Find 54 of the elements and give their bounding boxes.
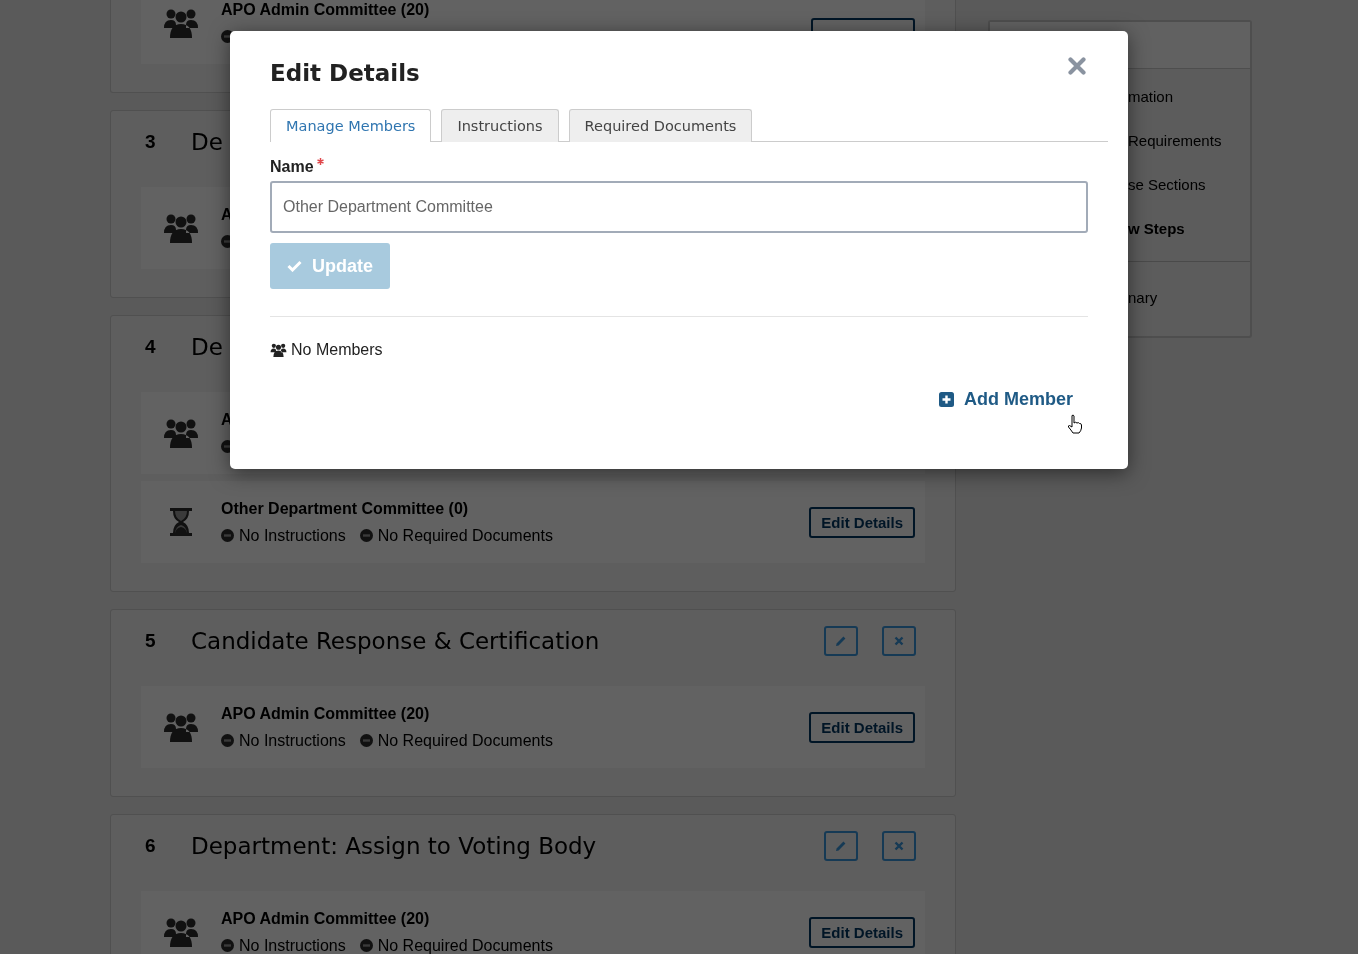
- tab[interactable]: Required Documents: [568, 109, 753, 142]
- pencil-icon: [835, 840, 847, 852]
- section-title: De: [191, 129, 223, 155]
- no-members-text: No Members: [291, 341, 383, 359]
- minus-circle-icon: [221, 734, 234, 747]
- delete-button[interactable]: [882, 831, 916, 861]
- minus-circle-icon: [359, 529, 373, 542]
- users-icon: [164, 418, 198, 448]
- edit-details-button[interactable]: Edit Details: [809, 916, 915, 948]
- users-icon: [270, 343, 287, 357]
- status-text: No Instructions: [239, 526, 346, 545]
- edit-details-button[interactable]: Edit Details: [809, 711, 915, 743]
- add-member-link[interactable]: Add Member: [939, 389, 1073, 410]
- edit-button[interactable]: [824, 831, 858, 861]
- status-text: No Instructions: [239, 936, 346, 954]
- name-input[interactable]: Other Department Committee: [270, 181, 1088, 233]
- users-icon: [164, 8, 198, 38]
- status-text: No Required Documents: [377, 936, 553, 954]
- close-icon: [1068, 57, 1086, 75]
- pencil-icon: [835, 635, 847, 647]
- tab[interactable]: Manage Members: [270, 109, 432, 142]
- step-number: 6: [145, 835, 157, 857]
- edit-button[interactable]: [824, 626, 858, 656]
- status-text: No Required Documents: [377, 526, 553, 545]
- check-icon: [287, 260, 302, 272]
- step-number: 3: [145, 131, 157, 153]
- step-number: 4: [145, 336, 157, 358]
- status-text: No Instructions: [239, 731, 346, 750]
- section-title: De: [191, 334, 223, 360]
- close-icon: [894, 841, 904, 851]
- step-number: 5: [145, 630, 157, 652]
- users-icon: [164, 712, 198, 742]
- committee-name: APO Admin Committee (20): [221, 0, 431, 19]
- minus-circle-icon: [359, 939, 373, 952]
- minus-circle-icon: [221, 939, 234, 952]
- delete-button[interactable]: [882, 626, 916, 656]
- section-title: Department: Assign to Voting Body: [191, 833, 597, 859]
- users-icon: [164, 213, 198, 243]
- users-icon: [164, 917, 198, 947]
- close-button[interactable]: [1068, 57, 1086, 75]
- status-text: No Required Documents: [377, 731, 553, 750]
- dialog-title: Edit Details: [270, 60, 420, 86]
- minus-circle-icon: [359, 734, 373, 747]
- section-title: Candidate Response & Certification: [191, 628, 600, 654]
- edit-details-button[interactable]: Edit Details: [809, 506, 915, 538]
- committee-name: APO Admin Committee (20): [221, 704, 431, 723]
- minus-circle-icon: [221, 529, 234, 542]
- tab[interactable]: Instructions: [441, 109, 559, 142]
- hand-cursor-icon: [1067, 414, 1083, 434]
- field-label: Name: [270, 158, 314, 176]
- close-icon: [894, 636, 904, 646]
- plus-square-icon: [939, 392, 954, 407]
- committee-name: Other Department Committee (0): [221, 499, 470, 518]
- committee-name: APO Admin Committee (20): [221, 909, 431, 928]
